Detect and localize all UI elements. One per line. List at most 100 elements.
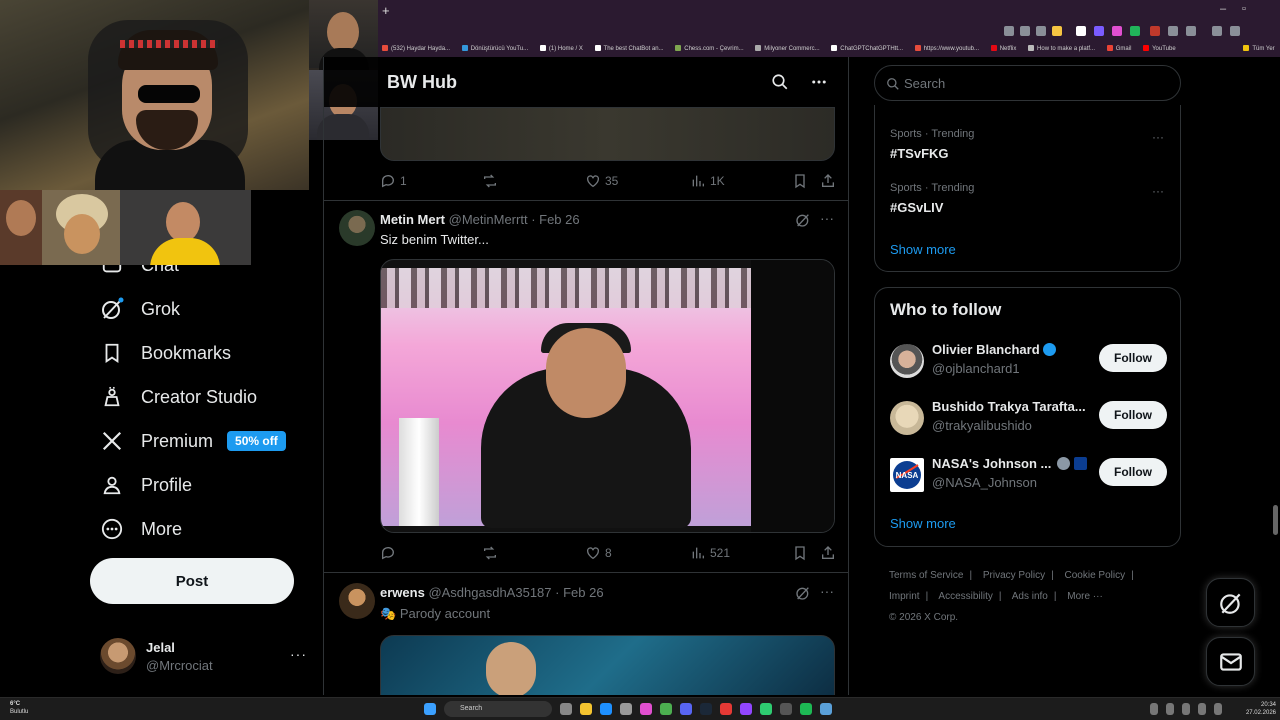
show-more-link[interactable]: Show more [890, 242, 956, 257]
twitch-icon[interactable] [740, 703, 752, 715]
post-button[interactable]: Post [90, 558, 294, 604]
app-icon[interactable] [760, 703, 772, 715]
tweet-media[interactable] [380, 635, 835, 695]
follow-suggestion[interactable]: Bushido Trakya Tarafta... @trakyalibushi… [875, 397, 1180, 441]
windows-start-icon[interactable] [424, 703, 436, 715]
bookmark-button[interactable] [792, 545, 808, 561]
extension-icon[interactable] [1004, 26, 1014, 36]
minimize-button[interactable]: – [1220, 3, 1226, 15]
zoom-icon[interactable] [1020, 26, 1030, 36]
grok-icon[interactable] [795, 212, 811, 233]
retweet-button[interactable] [482, 545, 498, 561]
reply-button[interactable]: 1 [380, 173, 407, 189]
more-horizontal-icon[interactable]: ··· [1152, 130, 1164, 144]
download-icon[interactable] [1212, 26, 1222, 36]
avatar[interactable] [890, 401, 924, 435]
views-button[interactable]: 521 [690, 545, 730, 561]
footer-link[interactable]: Privacy Policy [983, 570, 1045, 581]
reply-button[interactable] [380, 545, 396, 561]
follow-button[interactable]: Follow [1099, 401, 1167, 429]
sidebar-item-premium[interactable]: Premium 50% off [100, 424, 286, 458]
more-horizontal-icon[interactable]: ··· [820, 210, 834, 226]
avatar[interactable] [890, 344, 924, 378]
bookmark[interactable]: ChatGPTChatGPTHtt... [831, 42, 903, 57]
search-icon[interactable] [771, 73, 789, 96]
star-icon[interactable] [1052, 26, 1062, 36]
follow-suggestion[interactable]: Olivier Blanchard @ojblanchard1 Follow [875, 340, 1180, 384]
bookmark[interactable]: Chess.com - Çevrim... [675, 42, 744, 57]
sidebar-item-bookmarks[interactable]: Bookmarks [100, 336, 231, 370]
bookmark-button[interactable] [792, 173, 808, 189]
bookmark[interactable]: https://www.youtub... [914, 42, 979, 57]
weather-widget[interactable]: 6°C Bulutlu [10, 700, 28, 716]
sidebar-item-grok[interactable]: Grok [100, 292, 180, 326]
extension-icon[interactable] [1076, 26, 1086, 36]
follow-suggestion[interactable]: NASA NASA's Johnson ... @NASA_Johnson Fo… [875, 454, 1180, 498]
app-icon[interactable] [640, 703, 652, 715]
task-view-icon[interactable] [560, 703, 572, 715]
tweet-author-name[interactable]: Metin Mert [380, 212, 445, 227]
new-tab-button[interactable]: + [382, 3, 390, 18]
store-icon[interactable] [620, 703, 632, 715]
bookmark[interactable]: Gmail [1106, 42, 1131, 57]
extension-icon[interactable] [1112, 26, 1122, 36]
extension-icon[interactable] [1150, 26, 1160, 36]
bookmark[interactable]: How to make a platf... [1028, 42, 1095, 57]
bookmark[interactable]: (532) Haydar Hayda... [382, 42, 450, 57]
trend-tag[interactable]: #TSvFKG [890, 146, 949, 161]
extension-icon[interactable] [1168, 26, 1178, 36]
app-icon[interactable] [820, 703, 832, 715]
footer-link[interactable]: Cookie Policy [1065, 570, 1126, 581]
chrome-icon[interactable] [660, 703, 672, 715]
cast-icon[interactable] [1036, 26, 1046, 36]
page-scrollbar[interactable] [1273, 505, 1278, 535]
tray-icon[interactable] [1150, 703, 1158, 715]
sidebar-item-profile[interactable]: Profile [100, 468, 192, 502]
spotify-icon[interactable] [800, 703, 812, 715]
more-horizontal-icon[interactable] [810, 73, 828, 96]
share-button[interactable] [820, 173, 836, 189]
footer-link[interactable]: Ads info [1012, 591, 1048, 602]
more-horizontal-icon[interactable]: ··· [820, 583, 834, 599]
bookmark[interactable]: Netflix [990, 42, 1016, 57]
bookmark[interactable]: Tüm Yer [1243, 42, 1275, 57]
follow-button[interactable]: Follow [1099, 458, 1167, 486]
bookmark[interactable]: Dönüştürücü YouTu... [461, 42, 528, 57]
footer-link[interactable]: Accessibility [938, 591, 992, 602]
tweet-date[interactable]: · Feb 26 [555, 585, 603, 600]
tweet-video[interactable] [380, 259, 835, 533]
show-more-link[interactable]: Show more [890, 516, 956, 531]
tweet-author-handle[interactable]: @AsdhgasdhA35187 [428, 585, 551, 600]
puzzle-icon[interactable] [1186, 26, 1196, 36]
volume-icon[interactable] [1214, 703, 1222, 715]
grok-icon[interactable] [795, 585, 811, 606]
app-icon[interactable] [720, 703, 732, 715]
messages-fab-button[interactable] [1206, 637, 1255, 686]
tweet-author-name[interactable]: erwens [380, 585, 425, 600]
bookmark[interactable]: (1) Home / X [539, 42, 583, 57]
account-switcher[interactable]: Jelal @Mrcrociat ··· [100, 638, 310, 676]
extension-icon[interactable] [1094, 26, 1104, 36]
steam-icon[interactable] [700, 703, 712, 715]
tray-icon[interactable] [1166, 703, 1174, 715]
bookmark[interactable]: Milyoner Commerc... [755, 42, 820, 57]
menu-icon[interactable] [1230, 26, 1240, 36]
tweet-media[interactable] [380, 107, 835, 161]
footer-link[interactable]: Imprint [889, 591, 920, 602]
bookmark[interactable]: YouTube [1143, 42, 1176, 57]
maximize-button[interactable]: ▫ [1242, 3, 1246, 15]
retweet-button[interactable] [482, 173, 498, 189]
tweet-author-handle[interactable]: @MetinMerrtt [449, 212, 528, 227]
avatar[interactable] [339, 210, 375, 246]
taskbar-search[interactable]: Search [444, 701, 552, 717]
bookmark[interactable]: The best ChatBot an... [594, 42, 664, 57]
footer-link[interactable]: More ··· [1067, 591, 1103, 602]
sidebar-item-creator-studio[interactable]: Creator Studio [100, 380, 257, 414]
nasa-logo-icon[interactable]: NASA [890, 458, 924, 492]
follow-button[interactable]: Follow [1099, 344, 1167, 372]
tray-icon[interactable] [1182, 703, 1190, 715]
avatar[interactable] [339, 583, 375, 619]
grok-fab-button[interactable] [1206, 578, 1255, 627]
obs-icon[interactable] [780, 703, 792, 715]
like-button[interactable]: 35 [585, 173, 618, 189]
